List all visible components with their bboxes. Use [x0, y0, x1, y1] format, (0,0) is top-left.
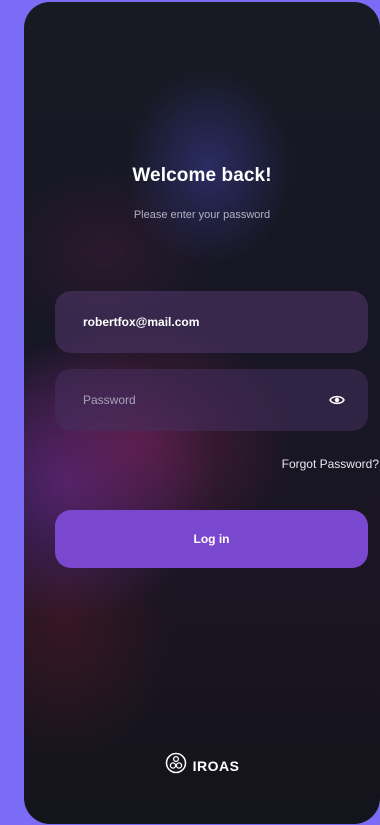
password-field[interactable]: [55, 369, 368, 431]
password-input[interactable]: [83, 393, 326, 407]
email-input[interactable]: [83, 315, 348, 329]
page-subtitle: Please enter your password: [133, 209, 271, 221]
login-button[interactable]: Log in: [55, 510, 368, 568]
page-title: Welcome back!: [132, 165, 272, 186]
forgot-password-link[interactable]: Forgot Password?: [282, 457, 379, 471]
iroas-logo-icon: [165, 752, 187, 779]
email-field[interactable]: [55, 291, 368, 353]
brand-footer: IROAS: [24, 752, 380, 779]
brand-name: IROAS: [192, 757, 240, 774]
login-screen: Welcome back! Please enter your password…: [24, 2, 380, 824]
eye-icon[interactable]: [326, 389, 348, 411]
